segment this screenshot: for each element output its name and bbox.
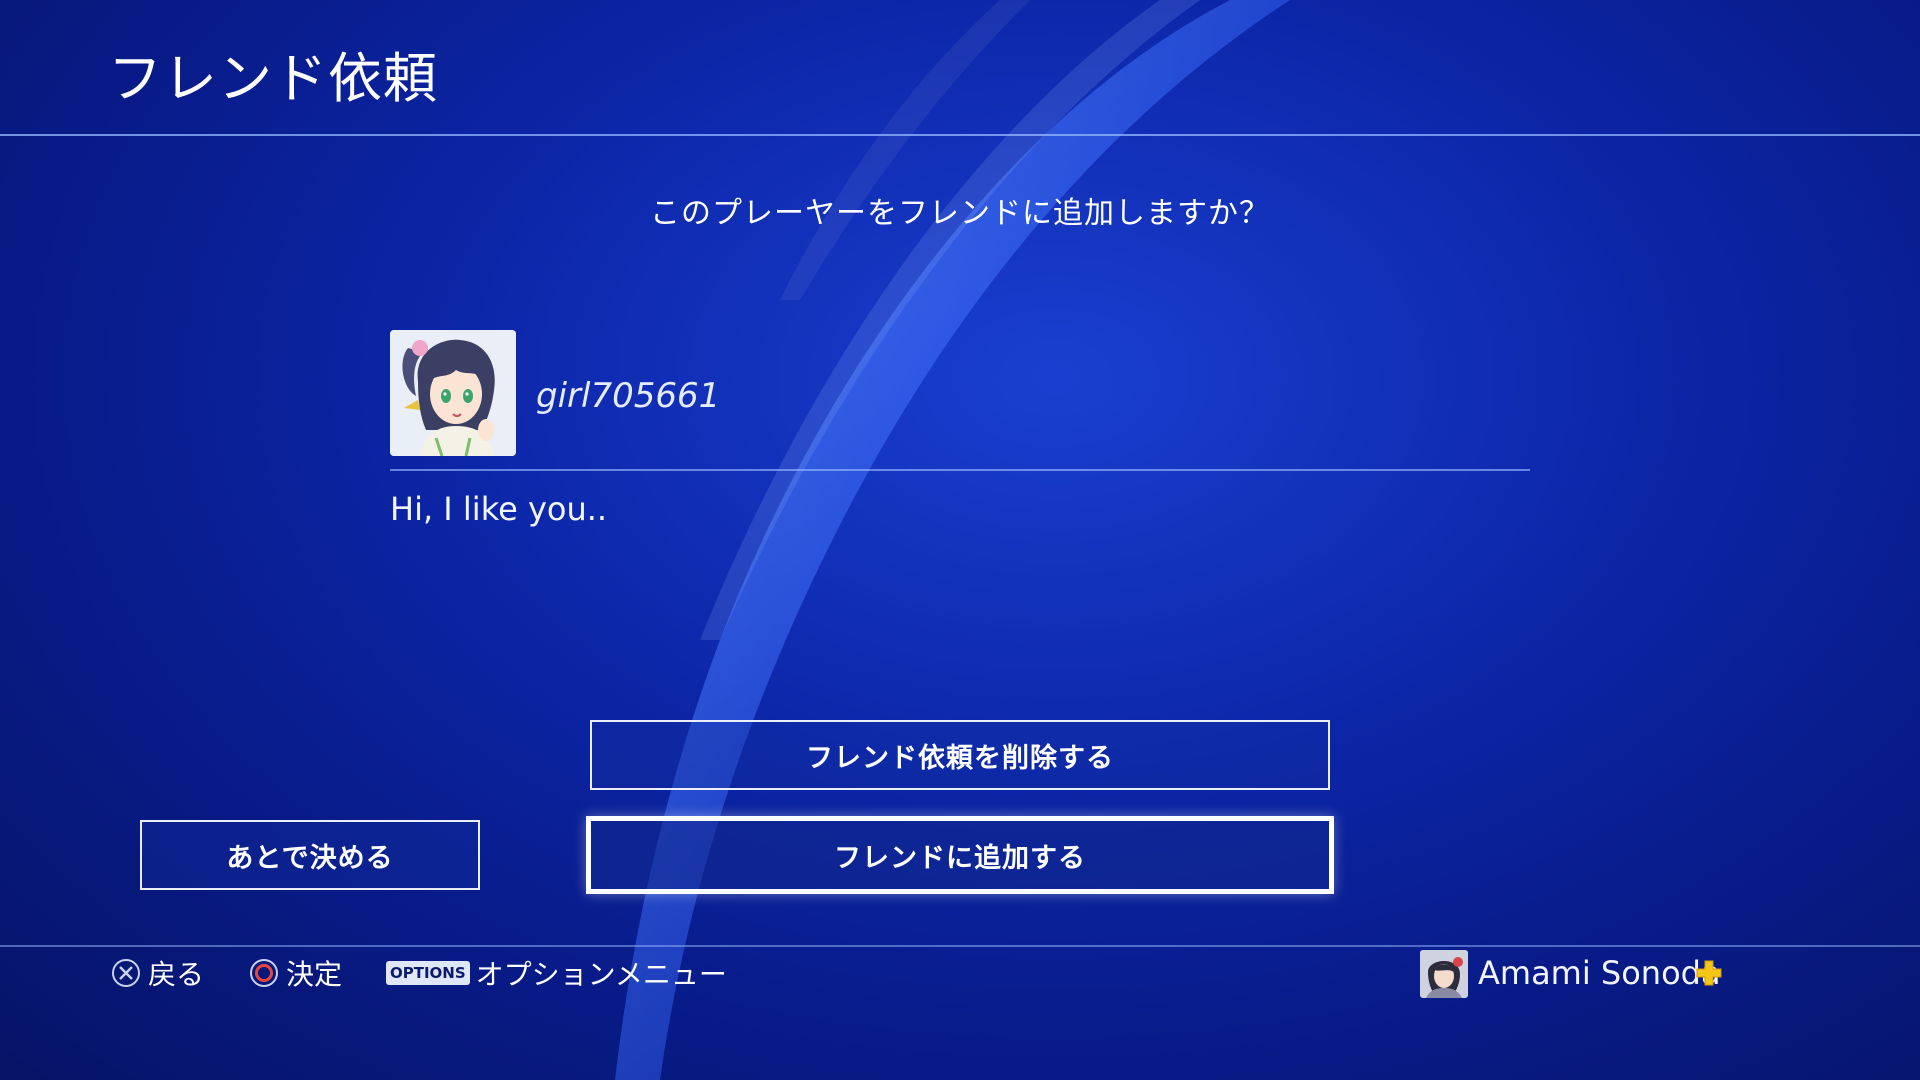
- background-wave-decoration: [615, 0, 1290, 1080]
- requester-username[interactable]: girl705661: [536, 376, 720, 416]
- signed-in-user-name: Amami Sonoda: [1478, 954, 1721, 992]
- add-friend-button[interactable]: フレンドに追加する: [586, 816, 1334, 894]
- request-message: Hi, I like you..: [390, 490, 608, 528]
- page-title: フレンド依頼: [108, 47, 438, 110]
- footer-confirm-hint: 決定: [248, 953, 342, 993]
- back-label: 戻る: [148, 958, 205, 991]
- requester-avatar: [390, 330, 516, 456]
- delete-request-button[interactable]: フレンド依頼を削除する: [590, 720, 1330, 790]
- confirm-label: 決定: [286, 958, 343, 991]
- anime-girl-avatar-icon: [390, 330, 516, 456]
- playstation-plus-icon: [1696, 960, 1722, 986]
- cross-button-icon: [110, 957, 142, 989]
- message-divider: [390, 469, 1530, 471]
- footer-options-hint: OPTIONS オプションメニュー: [386, 953, 727, 993]
- circle-button-icon: [248, 957, 280, 989]
- header-divider: [0, 134, 1920, 136]
- decide-later-button[interactable]: あとで決める: [140, 820, 480, 890]
- options-label: オプションメニュー: [475, 958, 727, 991]
- dialog-question: このプレーヤーをフレンドに追加しますか？: [650, 196, 1270, 231]
- options-button-icon: OPTIONS: [386, 961, 470, 985]
- user-avatar-icon: [1420, 950, 1468, 998]
- footer-back-hint: 戻る: [110, 953, 204, 993]
- footer-divider: [0, 945, 1920, 947]
